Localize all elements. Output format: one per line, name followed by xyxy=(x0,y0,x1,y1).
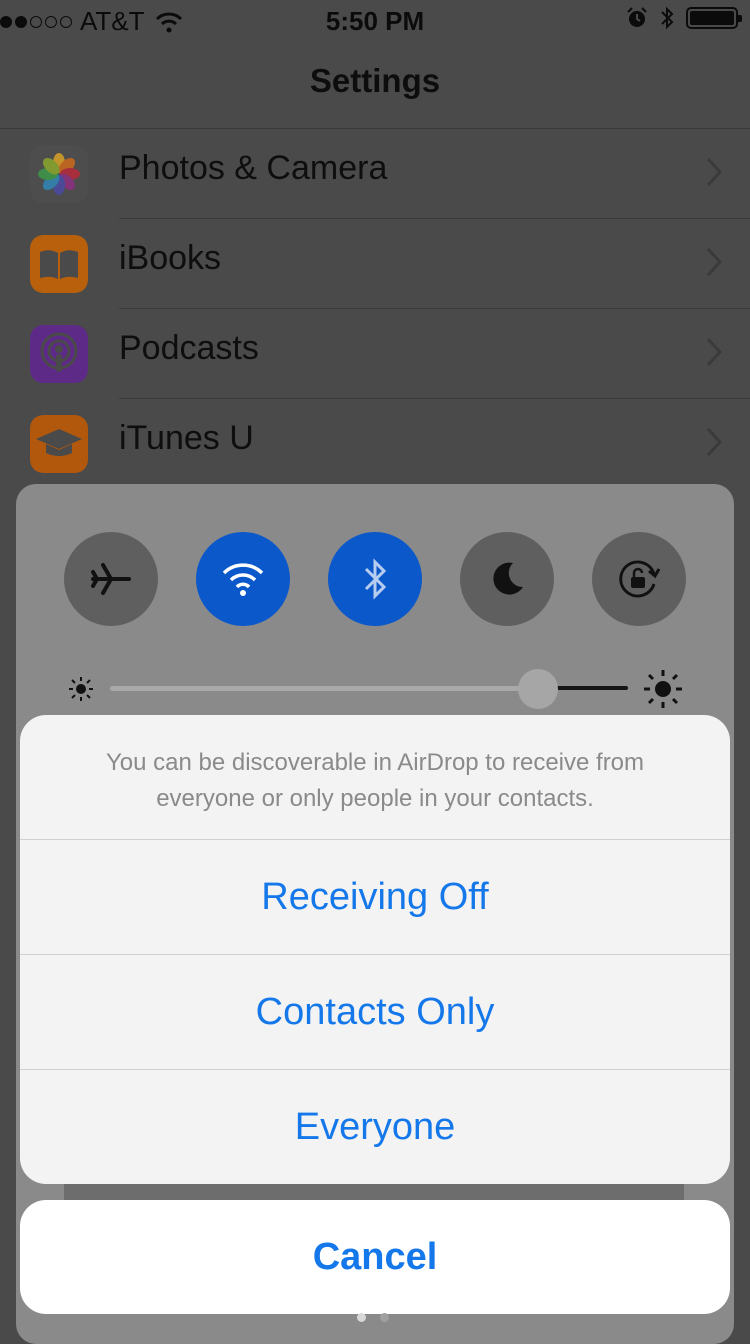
itunes-u-icon xyxy=(30,415,88,473)
rotation-lock-icon xyxy=(619,560,661,598)
page-dot xyxy=(380,1313,389,1322)
status-bar: AT&T 5:50 PM xyxy=(0,0,750,40)
settings-list: Photos & Camera iBooks Podcasts iTunes U xyxy=(0,129,750,489)
settings-row-label: iTunes U xyxy=(119,419,254,457)
chevron-right-icon xyxy=(706,157,722,187)
moon-icon xyxy=(493,562,523,595)
brightness-slider[interactable] xyxy=(66,669,686,714)
wifi-toggle[interactable] xyxy=(196,532,290,626)
chevron-right-icon xyxy=(706,247,722,277)
status-right xyxy=(626,6,742,30)
settings-row-label: Podcasts xyxy=(119,329,259,367)
page-dot xyxy=(357,1313,366,1322)
brightness-low-icon xyxy=(69,677,93,701)
wifi-icon xyxy=(222,563,264,596)
settings-row-label: iBooks xyxy=(119,239,222,277)
rotation-lock-toggle[interactable] xyxy=(592,532,686,626)
brightness-track-filled xyxy=(110,686,540,691)
alarm-icon xyxy=(627,7,647,27)
contacts-only-option[interactable]: Contacts Only xyxy=(20,954,730,1069)
settings-row-photos-camera[interactable]: Photos & Camera xyxy=(0,129,750,219)
chevron-right-icon xyxy=(706,337,722,367)
settings-row-ibooks[interactable]: iBooks xyxy=(0,219,750,309)
settings-row-itunes-u[interactable]: iTunes U xyxy=(0,399,750,489)
airdrop-message: You can be discoverable in AirDrop to re… xyxy=(105,749,645,812)
brightness-high-icon xyxy=(644,670,682,708)
photos-icon xyxy=(30,145,88,203)
do-not-disturb-toggle[interactable] xyxy=(460,532,554,626)
receiving-off-option[interactable]: Receiving Off xyxy=(20,839,730,954)
settings-row-label: Photos & Camera xyxy=(119,149,388,187)
chevron-right-icon xyxy=(706,427,722,457)
battery-icon xyxy=(686,7,742,29)
bluetooth-icon xyxy=(661,6,674,30)
ibooks-icon xyxy=(30,235,88,293)
bluetooth-toggle[interactable] xyxy=(328,532,422,626)
settings-row-podcasts[interactable]: Podcasts xyxy=(0,309,750,399)
bluetooth-icon xyxy=(364,558,387,600)
podcasts-icon xyxy=(30,325,88,383)
cancel-button[interactable]: Cancel xyxy=(20,1200,730,1314)
battery-fill xyxy=(690,11,734,25)
airdrop-action-sheet: You can be discoverable in AirDrop to re… xyxy=(20,715,730,1184)
brightness-thumb[interactable] xyxy=(518,669,558,709)
page-title: Settings xyxy=(309,62,441,99)
airplane-mode-toggle[interactable] xyxy=(64,532,158,626)
airplane-icon xyxy=(91,563,131,595)
page-indicator[interactable] xyxy=(357,1313,389,1322)
everyone-option[interactable]: Everyone xyxy=(20,1069,730,1184)
